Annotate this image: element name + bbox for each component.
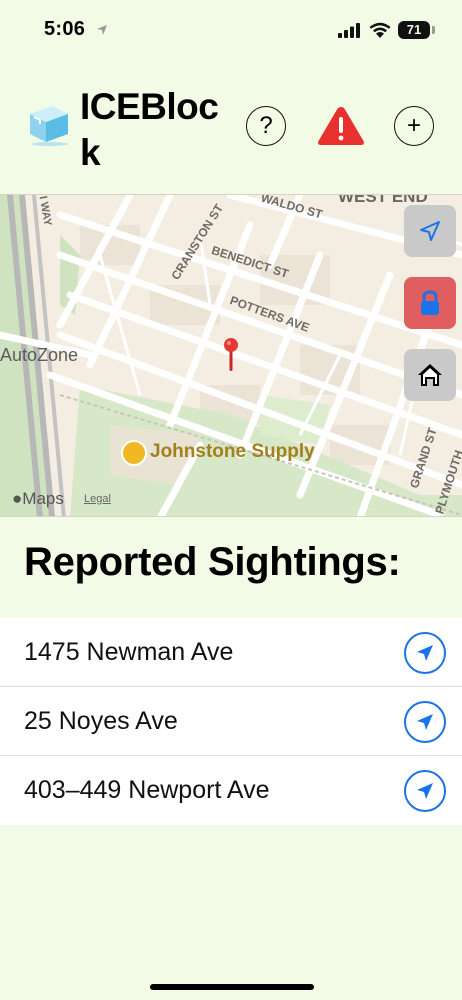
sighting-row[interactable]: 403–449 Newport Ave [0,756,462,825]
navigate-button[interactable] [404,701,446,743]
ice-cube-icon [30,106,68,146]
sighting-row[interactable]: 1475 Newman Ave [0,618,462,687]
apple-maps-logo: ●Maps [12,489,64,509]
home-button[interactable] [404,349,456,401]
help-button[interactable]: ? [246,106,286,146]
sighting-address: 1475 Newman Ave [24,638,234,666]
lock-icon [421,290,439,315]
app-title: ICEBlock [80,86,219,173]
navigation-arrow-icon [417,783,433,799]
navigation-arrow-icon [417,714,433,730]
help-button-label: ? [259,112,273,139]
sighting-address: 25 Noyes Ave [24,707,178,735]
wifi-icon [369,22,391,38]
locate-me-button[interactable] [404,205,456,257]
poi-shopping-icon[interactable] [121,440,147,466]
cellular-signal-icon [338,23,360,38]
legal-link[interactable]: Legal [84,493,111,505]
map-label-autozone: AutoZone [0,345,79,365]
lock-map-button[interactable] [404,277,456,329]
location-services-icon [97,25,107,35]
status-bar: 5:06 71 [0,0,462,60]
maps-brand-label: Maps [22,489,64,508]
home-indicator[interactable] [150,984,314,990]
house-icon [418,364,442,386]
report-alert-button[interactable] [316,104,366,148]
sighting-row[interactable]: 25 Noyes Ave [0,687,462,756]
navigate-button[interactable] [404,632,446,674]
status-time: 5:06 [44,18,86,40]
location-arrow-icon [420,221,440,241]
map-view[interactable]: WEST END WALDO ST CRANSTON ST BENEDICT S… [0,194,462,517]
add-button-label: + [406,112,421,139]
sightings-list: 1475 Newman Ave 25 Noyes Ave 403–449 New… [0,618,462,825]
sighting-address: 403–449 Newport Ave [24,776,270,804]
apple-logo-icon: ● [12,489,23,508]
poi-label-johnstone-supply[interactable]: Johnstone Supply [150,441,315,463]
add-report-button[interactable]: + [394,106,434,146]
map-pin-icon[interactable] [222,337,240,373]
navigation-arrow-icon [417,645,433,661]
navigate-button[interactable] [404,770,446,812]
app-header: ICEBlock ? + [0,78,462,178]
battery-cap [432,26,435,34]
reported-sightings-title: Reported Sightings: [24,540,401,584]
battery-indicator: 71 [398,21,430,39]
